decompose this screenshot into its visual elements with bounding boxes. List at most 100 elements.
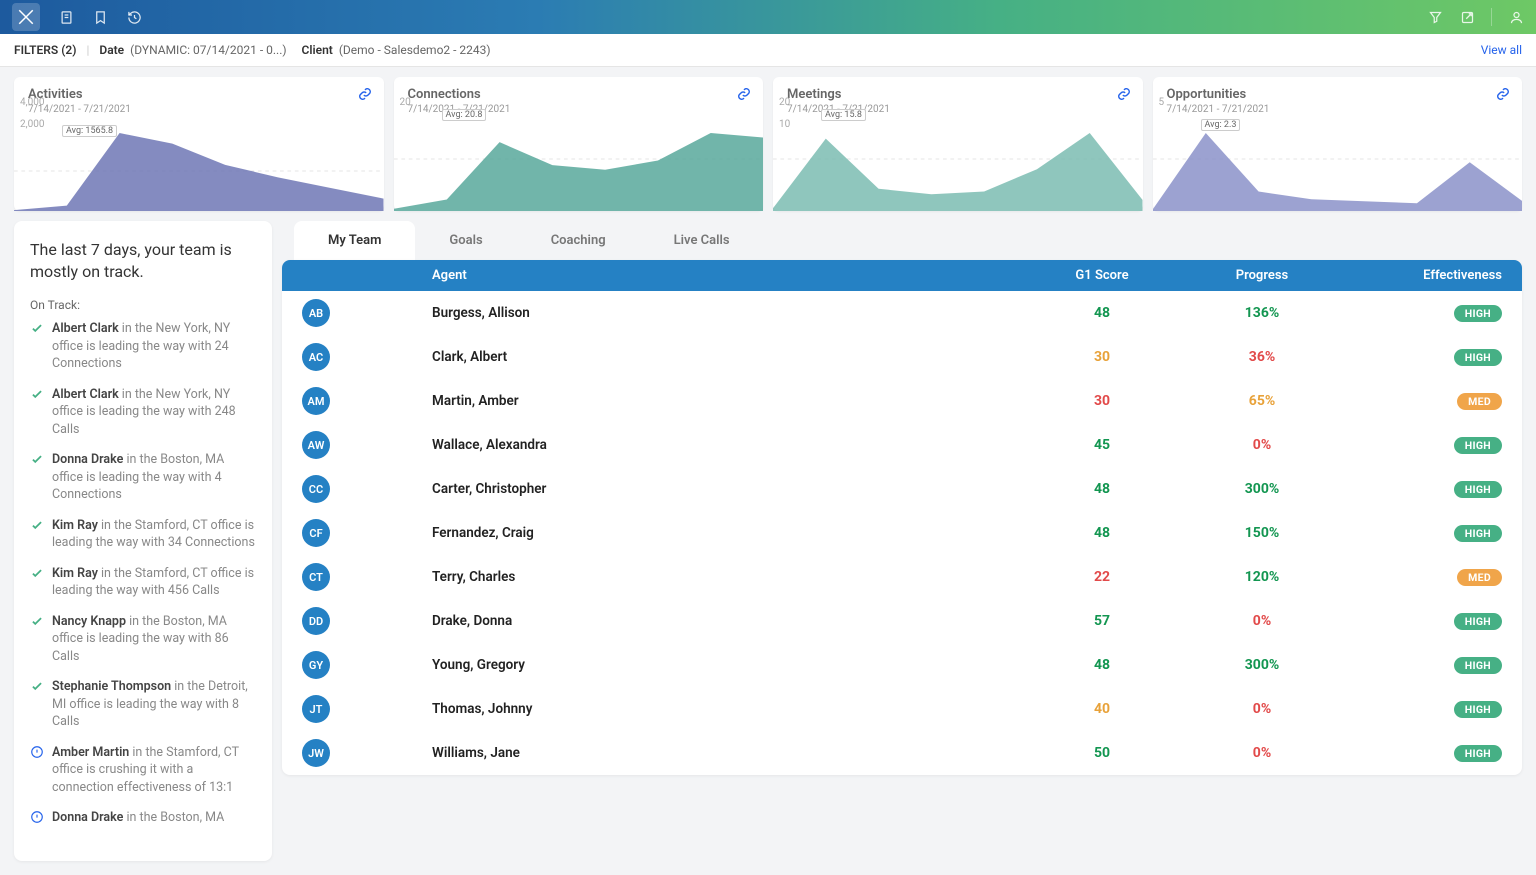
table-row[interactable]: AW Wallace, Alexandra 45 0% HIGH [282, 423, 1522, 467]
avatar: CC [302, 475, 330, 503]
chart-card: Activities 7/14/2021 - 7/21/2021 4,0002,… [14, 77, 384, 211]
list-item: Albert Clark in the New York, NY office … [30, 320, 256, 373]
list-item: Kim Ray in the Stamford, CT office is le… [30, 517, 256, 552]
effectiveness-badge: HIGH [1454, 349, 1502, 366]
insight-text: Kim Ray in the Stamford, CT office is le… [52, 565, 256, 600]
list-item: Stephanie Thompson in the Detroit, MI of… [30, 678, 256, 731]
chart-body [1153, 123, 1523, 211]
agent-name: Young, Gregory [432, 657, 1022, 673]
insight-text: Amber Martin in the Stamford, CT office … [52, 744, 256, 797]
th-effectiveness[interactable]: Effectiveness [1342, 268, 1502, 283]
avatar: AW [302, 431, 330, 459]
info-icon [30, 744, 44, 797]
link-icon[interactable] [358, 87, 372, 105]
page-icon[interactable] [58, 9, 74, 25]
main-content: The last 7 days, your team is mostly on … [0, 221, 1536, 875]
export-icon[interactable] [1459, 9, 1475, 25]
effectiveness-badge: MED [1457, 569, 1502, 586]
progress-value: 0% [1182, 745, 1342, 761]
team-table: Agent G1 Score Progress Effectiveness AB… [282, 260, 1522, 775]
table-row[interactable]: JW Williams, Jane 50 0% HIGH [282, 731, 1522, 775]
main-panel: My TeamGoalsCoachingLive Calls Agent G1 … [282, 221, 1522, 861]
tab-live-calls[interactable]: Live Calls [640, 221, 764, 260]
top-nav-left [12, 3, 142, 31]
list-item: Amber Martin in the Stamford, CT office … [30, 744, 256, 797]
avatar: JT [302, 695, 330, 723]
progress-value: 300% [1182, 657, 1342, 673]
avatar: AB [302, 299, 330, 327]
app-logo[interactable] [12, 3, 40, 31]
table-row[interactable]: JT Thomas, Johnny 40 0% HIGH [282, 687, 1522, 731]
insight-text: Kim Ray in the Stamford, CT office is le… [52, 517, 256, 552]
table-row[interactable]: GY Young, Gregory 48 300% HIGH [282, 643, 1522, 687]
score-value: 48 [1022, 525, 1182, 541]
date-filter-label[interactable]: Date [99, 43, 124, 57]
score-value: 22 [1022, 569, 1182, 585]
avatar: AM [302, 387, 330, 415]
progress-value: 65% [1182, 393, 1342, 409]
tab-coaching[interactable]: Coaching [517, 221, 640, 260]
filter-icon[interactable] [1427, 9, 1443, 25]
avatar: CT [302, 563, 330, 591]
agent-name: Drake, Donna [432, 613, 1022, 629]
progress-value: 136% [1182, 305, 1342, 321]
divider [1491, 8, 1492, 26]
filter-bar-left: FILTERS (2) | Date (DYNAMIC: 07/14/2021 … [14, 43, 491, 57]
tab-goals[interactable]: Goals [415, 221, 516, 260]
check-icon [30, 565, 44, 600]
score-value: 30 [1022, 393, 1182, 409]
table-row[interactable]: AC Clark, Albert 30 36% HIGH [282, 335, 1522, 379]
avatar: DD [302, 607, 330, 635]
progress-value: 36% [1182, 349, 1342, 365]
list-item: Nancy Knapp in the Boston, MA office is … [30, 613, 256, 666]
chart-title: Opportunities [1167, 87, 1509, 102]
table-header: Agent G1 Score Progress Effectiveness [282, 260, 1522, 291]
table-row[interactable]: AB Burgess, Allison 48 136% HIGH [282, 291, 1522, 335]
tab-my-team[interactable]: My Team [294, 221, 415, 260]
effectiveness-badge: HIGH [1454, 437, 1502, 454]
effectiveness-badge: HIGH [1454, 613, 1502, 630]
score-value: 48 [1022, 305, 1182, 321]
table-row[interactable]: DD Drake, Donna 57 0% HIGH [282, 599, 1522, 643]
link-icon[interactable] [1496, 87, 1510, 105]
chart-title: Meetings [787, 87, 1129, 102]
user-icon[interactable] [1508, 9, 1524, 25]
bookmark-icon[interactable] [92, 9, 108, 25]
chart-card: Meetings 7/14/2021 - 7/21/2021 2010 Avg:… [773, 77, 1143, 211]
agent-name: Terry, Charles [432, 569, 1022, 585]
th-progress[interactable]: Progress [1182, 268, 1342, 283]
agent-name: Carter, Christopher [432, 481, 1022, 497]
score-value: 40 [1022, 701, 1182, 717]
check-icon [30, 451, 44, 504]
progress-value: 300% [1182, 481, 1342, 497]
agent-name: Williams, Jane [432, 745, 1022, 761]
effectiveness-badge: HIGH [1454, 525, 1502, 542]
list-item: Kim Ray in the Stamford, CT office is le… [30, 565, 256, 600]
link-icon[interactable] [737, 87, 751, 105]
link-icon[interactable] [1117, 87, 1131, 105]
th-agent[interactable]: Agent [432, 268, 1022, 283]
avg-label: Avg: 20.8 [442, 109, 487, 121]
table-row[interactable]: CT Terry, Charles 22 120% MED [282, 555, 1522, 599]
table-body: AB Burgess, Allison 48 136% HIGH AC Clar… [282, 291, 1522, 775]
view-all-link[interactable]: View all [1481, 43, 1522, 57]
chart-title: Connections [408, 87, 750, 102]
progress-value: 0% [1182, 437, 1342, 453]
th-score[interactable]: G1 Score [1022, 268, 1182, 283]
list-item: Albert Clark in the New York, NY office … [30, 386, 256, 439]
chart-card: Opportunities 7/14/2021 - 7/21/2021 5 Av… [1153, 77, 1523, 211]
progress-value: 0% [1182, 613, 1342, 629]
effectiveness-badge: HIGH [1454, 701, 1502, 718]
filter-bar: FILTERS (2) | Date (DYNAMIC: 07/14/2021 … [0, 34, 1536, 67]
table-row[interactable]: AM Martin, Amber 30 65% MED [282, 379, 1522, 423]
sidebar-subhead: On Track: [30, 298, 256, 312]
client-filter-label[interactable]: Client [302, 43, 333, 57]
filters-count[interactable]: FILTERS (2) [14, 43, 76, 57]
history-icon[interactable] [126, 9, 142, 25]
avatar: JW [302, 739, 330, 767]
effectiveness-badge: HIGH [1454, 745, 1502, 762]
table-row[interactable]: CF Fernandez, Craig 48 150% HIGH [282, 511, 1522, 555]
insight-text: Donna Drake in the Boston, MA [52, 809, 224, 830]
chart-title: Activities [28, 87, 370, 102]
table-row[interactable]: CC Carter, Christopher 48 300% HIGH [282, 467, 1522, 511]
